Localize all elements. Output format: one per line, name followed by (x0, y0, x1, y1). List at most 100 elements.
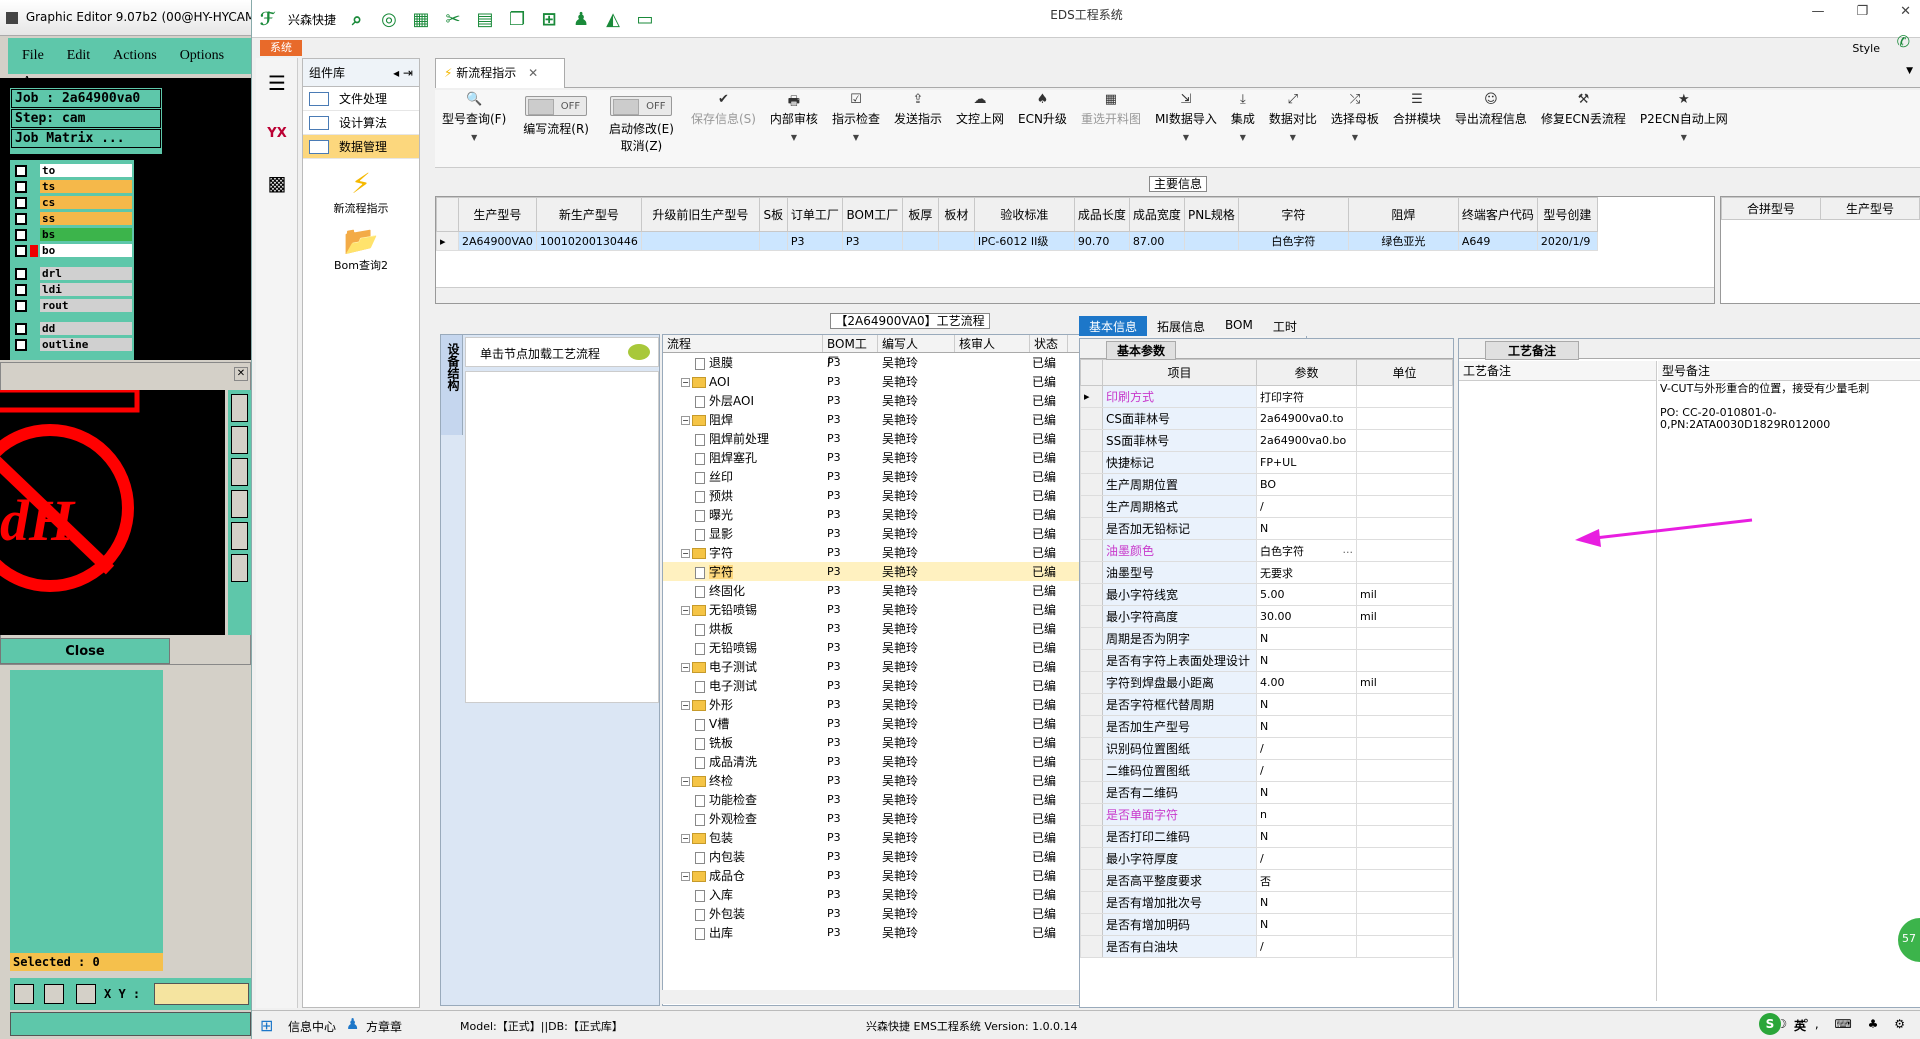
collapse-icon[interactable]: − (681, 663, 690, 672)
chevron-down-icon[interactable]: ▼ (471, 133, 477, 142)
row-selector[interactable] (1080, 869, 1103, 892)
table-row[interactable]: 识别码位置图纸 / (1080, 737, 1453, 760)
table-row[interactable]: 二维码位置图纸 / (1080, 759, 1453, 782)
main-grid-col-header[interactable]: 成品长度 (1073, 197, 1130, 232)
row-selector[interactable] (1080, 737, 1103, 760)
table-row[interactable]: ▸ 印刷方式 打印字符 (1080, 385, 1453, 408)
layer-checkbox[interactable] (15, 228, 27, 241)
param-value-cell[interactable]: 无要求 (1256, 561, 1357, 584)
row-selector[interactable] (1080, 517, 1103, 540)
table-row[interactable]: 是否有字符上表面处理设计 N (1080, 649, 1453, 672)
row-selector[interactable] (1080, 759, 1103, 782)
main-grid-cell[interactable]: 白色字符 (1237, 231, 1349, 251)
bom-query-item[interactable]: 📂 Bom查询2 (303, 224, 419, 273)
row-selector[interactable] (1080, 671, 1103, 694)
main-grid-cell[interactable] (937, 231, 975, 251)
comp-item-data[interactable]: 数据管理 (303, 135, 419, 159)
equipment-structure-tab[interactable]: 设备结构 (441, 335, 463, 435)
table-row[interactable]: 最小字符厚度 / (1080, 847, 1453, 870)
table-row[interactable]: 快捷标记 FP+UL (1080, 451, 1453, 474)
layer-checkbox[interactable] (15, 196, 27, 209)
toggle-switch[interactable]: OFF 编写流程(R) (513, 90, 599, 167)
collapse-icon[interactable]: − (681, 777, 690, 786)
tab-extended-info[interactable]: 拓展信息 (1147, 316, 1215, 336)
toolbar-button[interactable]: ⤢ 数据对比 ▼ (1262, 90, 1324, 167)
main-grid-col-header[interactable]: 板材 (937, 197, 975, 232)
toolbar-button[interactable]: ⇪ 发送指示 (887, 90, 949, 167)
param-value-cell[interactable]: N (1256, 891, 1357, 914)
row-selector[interactable] (1080, 451, 1103, 474)
row-selector[interactable] (1080, 429, 1103, 452)
row-selector[interactable] (1080, 539, 1103, 562)
param-value-cell[interactable]: / (1256, 759, 1357, 782)
row-selector[interactable] (1080, 407, 1103, 430)
table-row[interactable]: CS面菲林号 2a64900va0.to (1080, 407, 1453, 430)
row-selector[interactable] (1080, 891, 1103, 914)
zoom-icon[interactable] (14, 984, 34, 1004)
main-grid-cell[interactable] (901, 231, 939, 251)
param-value-cell[interactable]: BO (1256, 473, 1357, 496)
layer-checkbox[interactable] (15, 267, 27, 280)
calculator-icon[interactable]: ▩ (256, 158, 298, 208)
toolbar-button[interactable]: ⇲ MI数据导入 ▼ (1148, 90, 1224, 167)
ge-menu-actions[interactable]: Actions (99, 38, 166, 64)
main-grid-cell[interactable] (640, 231, 760, 251)
table-row[interactable]: 油墨型号 无要求 (1080, 561, 1453, 584)
param-value-cell[interactable]: N (1256, 781, 1357, 804)
row-selector[interactable] (1080, 913, 1103, 936)
main-grid-cell[interactable]: 90.70 (1073, 231, 1130, 251)
collapse-icon[interactable]: ◂ ⇥ (393, 59, 413, 87)
param-value-cell[interactable]: N (1256, 649, 1357, 672)
main-grid-col-header[interactable]: 成品宽度 (1128, 197, 1185, 232)
row-selector[interactable]: ▸ (1080, 385, 1103, 408)
layer-checkbox[interactable] (15, 338, 27, 351)
row-selector[interactable]: ▸ (436, 231, 459, 251)
chevron-down-icon[interactable]: ▼ (791, 133, 797, 142)
ge-graphic-canvas[interactable]: dH (0, 390, 225, 635)
param-value-cell[interactable]: N (1256, 517, 1357, 540)
toggle-state[interactable]: OFF (525, 96, 588, 116)
row-selector[interactable] (1080, 605, 1103, 628)
collapse-icon[interactable]: − (681, 834, 690, 843)
tool-icon[interactable] (231, 458, 248, 486)
main-info-grid[interactable]: 生产型号 新生产型号 升级前旧生产型号 S板 订单工厂 BOM工厂 板厚 板材 验收标准 成品长度… (435, 196, 1715, 304)
main-grid-cell[interactable]: 绿色亚光 (1347, 231, 1459, 251)
table-row[interactable]: 字符到焊盘最小距离 4.00 mil (1080, 671, 1453, 694)
table-row[interactable]: 最小字符高度 30.00 mil (1080, 605, 1453, 628)
style-menu[interactable]: Style (1852, 42, 1880, 55)
collapse-icon[interactable]: − (681, 701, 690, 710)
row-selector[interactable] (1080, 627, 1103, 650)
comp-item-design[interactable]: 设计算法 (303, 111, 419, 135)
toolbar-button[interactable]: ☺ 导出流程信息 (1448, 90, 1534, 167)
layer-checkbox[interactable] (15, 180, 27, 193)
param-value-cell[interactable]: 2a64900va0.bo (1256, 429, 1357, 452)
collapse-icon[interactable]: − (681, 377, 690, 387)
row-selector[interactable] (1080, 715, 1103, 738)
collapse-icon[interactable]: − (681, 606, 690, 615)
chevron-down-icon[interactable]: ▼ (1240, 133, 1246, 142)
collapse-icon[interactable]: − (681, 549, 690, 558)
table-row[interactable]: SS面菲林号 2a64900va0.bo (1080, 429, 1453, 452)
toolbar-button[interactable]: ☁ 文控上网 (949, 90, 1011, 167)
phone-icon[interactable]: ✆ (1897, 32, 1910, 51)
chevron-down-icon[interactable]: ▼ (1352, 133, 1358, 142)
table-row[interactable]: 是否有白油块 / (1080, 935, 1453, 958)
main-grid-col-header[interactable]: 终端客户代码 (1457, 197, 1538, 232)
toolbar-button[interactable]: ♠ ECN升级 (1011, 90, 1074, 167)
main-grid-cell[interactable]: 10010200130446 (535, 231, 642, 251)
main-grid-col-header[interactable]: 板厚 (901, 197, 939, 232)
param-value-cell[interactable]: / (1256, 495, 1357, 518)
table-row[interactable]: 是否单面字符 n (1080, 803, 1453, 826)
layer-checkbox[interactable] (15, 322, 27, 335)
close-icon[interactable]: ✕ (234, 367, 248, 381)
row-selector[interactable] (1080, 803, 1103, 826)
toolbar-button[interactable]: 🔍 型号查询(F) ▼ (435, 90, 513, 167)
toolbar-button[interactable]: ★ P2ECN自动上网 ▼ (1633, 90, 1735, 167)
ge-job-matrix-button[interactable]: Job Matrix ... (11, 129, 161, 148)
chevron-down-icon[interactable]: ▼ (853, 133, 859, 142)
param-value-cell[interactable]: N (1256, 627, 1357, 650)
toolbar-button[interactable]: ⤓ 集成 ▼ (1224, 90, 1262, 167)
close-icon[interactable]: ✕ (1900, 4, 1911, 19)
tab-new-flow[interactable]: ⚡ 新流程指示 ✕ (435, 58, 565, 88)
main-grid-cell[interactable]: 2A64900VA0 (458, 231, 537, 251)
